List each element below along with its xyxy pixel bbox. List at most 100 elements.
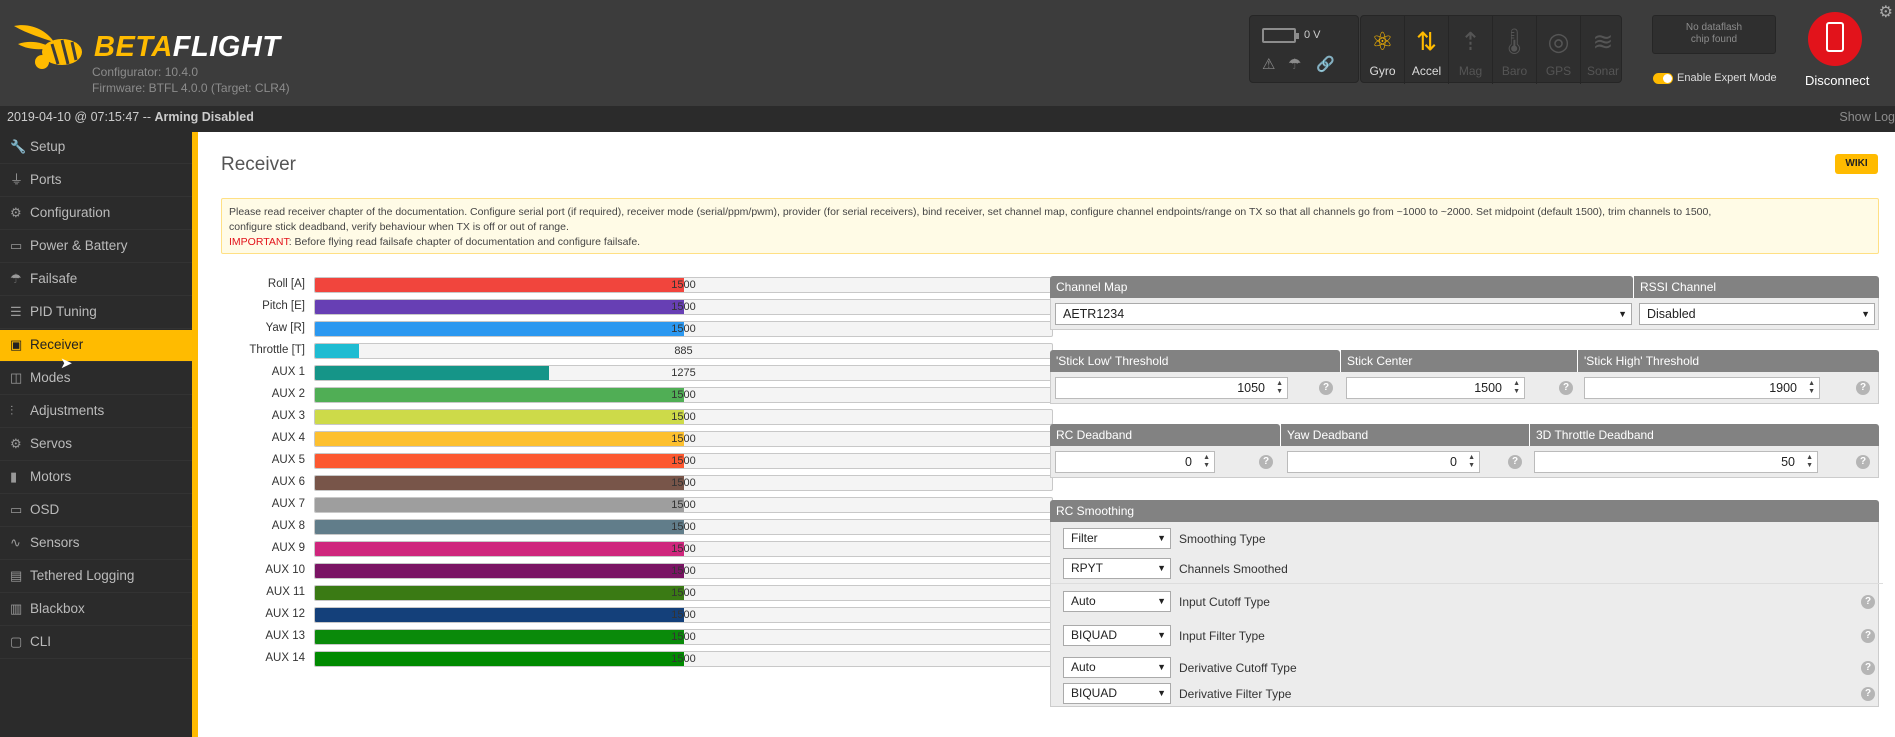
servo-icon: ⚙: [10, 436, 22, 451]
gyro-icon: ⚛: [1371, 28, 1394, 56]
receiver-content: Receiver WIKI Please read receiver chapt…: [198, 132, 1895, 737]
dataflash-status: No dataflash chip found: [1652, 15, 1776, 54]
help-icon[interactable]: ?: [1861, 687, 1875, 701]
derivative-filter-type-row: BIQUAD ▼ Derivative Filter Type ?: [1051, 679, 1883, 709]
sidebar-item-blackbox[interactable]: ▥ Blackbox: [0, 594, 192, 626]
yaw-deadband-input[interactable]: 0 ▲ ▼: [1287, 451, 1480, 473]
input-cutoff-type-select[interactable]: Auto ▼: [1063, 591, 1171, 612]
sidebar-item-motors[interactable]: ▮ Motors: [0, 462, 192, 494]
spinner-icon[interactable]: ▲ ▼: [1806, 454, 1813, 470]
toggle-switch-icon[interactable]: [1653, 72, 1673, 84]
sidebar-item-modes[interactable]: ◫ Modes: [0, 363, 192, 395]
show-log-link[interactable]: Show Log: [1839, 106, 1895, 128]
sidebar-item-ports[interactable]: ⏚ Ports: [0, 165, 192, 197]
help-icon[interactable]: ?: [1856, 455, 1870, 469]
help-icon[interactable]: ?: [1319, 381, 1333, 395]
sensor-gyro: ⚛ Gyro: [1361, 16, 1405, 84]
sidebar-item-cli[interactable]: ▢ CLI: [0, 627, 192, 659]
chevron-down-icon: ▼: [1861, 309, 1870, 319]
sidebar-item-receiver[interactable]: ▣ Receiver: [0, 330, 192, 362]
baro-icon: 🌡: [1498, 28, 1531, 56]
battery-status: 0 V ⚠ ☂ 🔗: [1249, 15, 1359, 83]
disconnect-button[interactable]: Disconnect: [1805, 12, 1870, 88]
help-icon[interactable]: ?: [1259, 455, 1273, 469]
channel-bars: Roll [A] 1500 Pitch [E] 1500 Yaw [R] 1500 Thro…: [221, 276, 1053, 676]
help-icon[interactable]: ?: [1559, 381, 1573, 395]
battery-voltage: 0 V: [1304, 29, 1321, 41]
gear-icon: ⚙: [10, 205, 22, 220]
channel-bar: 1500: [314, 453, 1053, 469]
stick-low-input[interactable]: 1050 ▲ ▼: [1055, 377, 1288, 399]
sidebar-item-osd[interactable]: ▭ OSD: [0, 495, 192, 527]
channel-value: 1500: [671, 389, 696, 401]
channel-label: AUX 8: [271, 520, 305, 532]
usb-disconnect-icon[interactable]: [1808, 12, 1862, 66]
channel-bar: 1500: [314, 409, 1053, 425]
expert-mode-toggle[interactable]: Enable Expert Mode: [1653, 72, 1777, 84]
input-filter-type-select[interactable]: BIQUAD ▼: [1063, 625, 1171, 646]
mag-icon: ⇡: [1460, 28, 1481, 56]
channel-row: AUX 14 1500: [221, 650, 1053, 667]
help-icon[interactable]: ?: [1508, 455, 1522, 469]
spinner-icon[interactable]: ▲ ▼: [1468, 454, 1475, 470]
channel-bar: 1500: [314, 475, 1053, 491]
sidebar-item-adjustments[interactable]: ⫶ Adjustments: [0, 396, 192, 428]
help-icon[interactable]: ?: [1861, 629, 1875, 643]
parachute-icon: ☂: [1288, 56, 1302, 73]
sidebar-item-setup[interactable]: 🔧 Setup: [0, 132, 192, 164]
channel-bar: 1500: [314, 431, 1053, 447]
channel-bar: 1500: [314, 519, 1053, 535]
receiver-icon: ▣: [10, 337, 23, 352]
channels-smoothed-select[interactable]: RPYT ▼: [1063, 558, 1171, 579]
status-bar: 2019-04-10 @ 07:15:47 -- Arming Disabled…: [0, 106, 1895, 132]
channel-bar: 885: [314, 343, 1053, 359]
thresholds-panel: 1050 ▲ ▼ ? 1500 ▲ ▼ ? 1900 ▲ ▼ ?: [1050, 372, 1879, 404]
gps-icon: ◎: [1547, 28, 1570, 56]
sidebar-item-pid-tuning[interactable]: ☰ PID Tuning: [0, 297, 192, 329]
channel-value: 1500: [671, 301, 696, 313]
channel-label: Pitch [E]: [262, 300, 305, 312]
channel-map-input[interactable]: AETR1234 ▼: [1055, 303, 1632, 325]
channel-value: 1500: [671, 411, 696, 423]
sidebar-item-power-battery[interactable]: ▭ Power & Battery: [0, 231, 192, 263]
help-icon[interactable]: ?: [1861, 661, 1875, 675]
input-filter-type-label: Input Filter Type: [1179, 629, 1265, 643]
channel-label: Throttle [T]: [249, 344, 305, 356]
spinner-icon[interactable]: ▲ ▼: [1808, 380, 1815, 396]
channels-smoothed-label: Channels Smoothed: [1179, 562, 1288, 576]
disconnect-label: Disconnect: [1805, 73, 1870, 88]
stick-high-input[interactable]: 1900 ▲ ▼: [1584, 377, 1820, 399]
input-cutoff-type-label: Input Cutoff Type: [1179, 595, 1270, 609]
channel-label: AUX 12: [265, 608, 305, 620]
spinner-icon[interactable]: ▲ ▼: [1513, 380, 1520, 396]
rc-smoothing-panel: Filter ▼ Smoothing Type RPYT ▼ Channels Sm…: [1050, 522, 1883, 707]
channels-smoothed-row: RPYT ▼ Channels Smoothed: [1051, 554, 1883, 584]
wrench-icon: 🔧: [10, 139, 27, 154]
channel-value: 1275: [671, 367, 696, 379]
help-icon[interactable]: ?: [1856, 381, 1870, 395]
channel-map-panel: AETR1234 ▼ Disabled ▼: [1050, 298, 1879, 330]
stick-center-input[interactable]: 1500 ▲ ▼: [1346, 377, 1525, 399]
header: BETAFLIGHT Configurator: 10.4.0 Firmware…: [0, 0, 1895, 106]
sidebar-item-sensors[interactable]: ∿ Sensors: [0, 528, 192, 560]
sidebar-item-failsafe[interactable]: ☂ Failsafe: [0, 264, 192, 296]
derivative-cutoff-type-select[interactable]: Auto ▼: [1063, 657, 1171, 678]
rssi-channel-select[interactable]: Disabled ▼: [1639, 303, 1875, 325]
wiki-button[interactable]: WIKI: [1835, 154, 1878, 174]
sensor-accel: ⇅ Accel: [1405, 16, 1449, 84]
rc-deadband-input[interactable]: 0 ▲ ▼: [1055, 451, 1215, 473]
channel-row: Roll [A] 1500: [221, 276, 1053, 293]
note-line3: : Before flying read failsafe chapter of…: [288, 236, 641, 248]
help-icon[interactable]: ?: [1861, 595, 1875, 609]
channel-label: AUX 5: [271, 454, 305, 466]
sonar-icon: ≋: [1592, 28, 1614, 56]
3d-throttle-deadband-input[interactable]: 50 ▲ ▼: [1534, 451, 1818, 473]
derivative-filter-type-select[interactable]: BIQUAD ▼: [1063, 683, 1171, 704]
spinner-icon[interactable]: ▲ ▼: [1276, 380, 1283, 396]
spinner-icon[interactable]: ▲ ▼: [1203, 454, 1210, 470]
settings-gear-icon[interactable]: ⚙: [1879, 2, 1893, 22]
smoothing-type-select[interactable]: Filter ▼: [1063, 528, 1171, 549]
sidebar-item-tethered-logging[interactable]: ▤ Tethered Logging: [0, 561, 192, 593]
sidebar-item-servos[interactable]: ⚙ Servos: [0, 429, 192, 461]
sidebar-item-configuration[interactable]: ⚙ Configuration: [0, 198, 192, 230]
